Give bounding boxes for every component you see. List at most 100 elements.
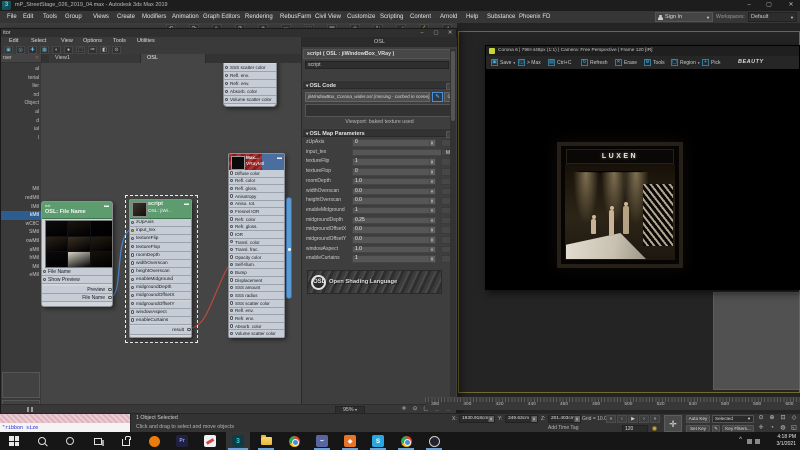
editor-menu-select[interactable]: Select [31,37,46,45]
zoom-all-icon[interactable]: ⊕ [767,414,777,423]
browser-item-27[interactable] [1,297,41,306]
3dsmax-icon[interactable]: 3 [226,432,250,450]
socket-dot[interactable] [131,221,134,224]
browser-item-ial[interactable]: ial [1,125,41,134]
browser-item-owmtl[interactable]: owMtl [1,237,41,246]
set-key-indicator-icon[interactable] [652,426,657,431]
absorb-color-socket[interactable]: Absorb. color [224,88,276,96]
browser-item-12[interactable] [1,168,41,177]
socket-dot[interactable] [131,302,134,305]
editor-menu-view[interactable]: View [61,37,73,45]
menu-rendering[interactable]: Rendering [245,11,273,23]
socket-dot[interactable] [230,286,233,289]
pan-tool-icon[interactable]: ≔ [88,46,97,54]
midgroundoffsety-socket[interactable]: midgroundOffsetY [130,301,191,309]
close-icon[interactable]: ✕ [35,55,39,61]
param-value-field[interactable]: 1 [352,207,436,215]
param-value-field[interactable]: 0.0 [352,226,436,234]
transl-frac-socket[interactable]: Transl. frac. [229,246,284,254]
socket-dot[interactable] [230,179,233,182]
collapse-icon[interactable]: ▬ [184,201,189,207]
socket-dot[interactable] [230,210,233,213]
socket-dot[interactable] [230,263,233,266]
panel-header[interactable]: script ( OSL : jiWindowBox_VRay ) [303,49,456,59]
browser-item-ller[interactable]: ller [1,82,41,91]
socket-dot[interactable] [230,294,233,297]
socket-dot[interactable] [131,286,134,289]
textureflop-socket[interactable]: textureFlop [130,243,191,251]
spinner-icon[interactable] [429,159,435,165]
menu-edit[interactable]: Edit [23,11,33,23]
editor-maximize-button[interactable]: ▢ [430,29,442,37]
sss-scatter-color-socket[interactable]: SSS scatter color [229,300,284,308]
timeline-ruler[interactable]: 360380400420440460480500520540560580600 [425,397,800,410]
spinner-icon[interactable] [429,169,435,175]
socket-dot[interactable] [230,255,233,258]
go-to-end-button[interactable]: » [650,415,660,423]
auto-key-button[interactable]: Auto Key [686,415,710,423]
socket-dot[interactable] [43,278,46,281]
socket-dot[interactable] [131,261,134,264]
opacity-color-socket[interactable]: Opacity color [229,254,284,262]
assign-material-icon[interactable]: ✚ [28,46,37,54]
browser-item-28[interactable] [1,306,41,315]
spinner-icon[interactable] [429,237,435,243]
socket-dot[interactable] [230,187,233,190]
material-name-field[interactable]: script [305,61,449,69]
tray-expand-icon[interactable]: ^ [739,437,742,443]
node-preview-thumbnail[interactable] [45,220,113,268]
osl-file-button[interactable]: jiWindowBox_Corona_wider.osl (missing - … [305,92,430,102]
socket-dot[interactable] [230,332,233,335]
collapse-icon[interactable]: ▬ [277,155,282,161]
menu-substance[interactable]: Substance [487,11,515,23]
spinner-icon[interactable] [429,179,435,185]
zupaxis-socket[interactable]: zUpAxis [130,219,191,227]
menu-rebusfarm[interactable]: RebusFarm [280,11,311,23]
socket-dot[interactable] [230,202,233,205]
editor-menu-tools[interactable]: Tools [113,37,126,45]
browser-item-31[interactable] [1,332,41,341]
node-vraymtl[interactable]: Max... VRayMtl ▬ Diffuse colorRefl. colo… [228,153,285,338]
bump-socket[interactable]: Bump [229,269,284,277]
socket-dot[interactable] [230,316,233,319]
maximize-button[interactable]: ▢ [762,1,776,10]
menu-tools[interactable]: Tools [43,11,57,23]
browser-item-object[interactable]: Object [1,99,41,108]
sss-amount-socket[interactable]: SSS amount [229,285,284,293]
socket-dot[interactable] [131,229,134,232]
maxscript-mini-listener[interactable]: "ribbon size [0,414,131,433]
menu-create[interactable]: Create [117,11,135,23]
close-button[interactable]: ✕ [784,1,798,10]
socket-dot[interactable] [131,253,134,256]
param-value-field[interactable]: 0.0 [352,236,436,244]
vfb-tools-button[interactable]: ⚙Tools [642,58,667,68]
collapse-icon[interactable]: ▬ [104,203,109,209]
tray-icon[interactable] [755,439,760,444]
refr-env-socket[interactable]: Refr. env. [224,80,276,88]
textureflip-socket[interactable]: textureFlip [130,235,191,243]
substance-icon[interactable]: ◆ [338,432,362,450]
next-frame-button[interactable]: › [639,415,649,423]
sample-type-icon[interactable]: ● [64,46,73,54]
widthoverscan-socket[interactable]: widthOverscan [130,260,191,268]
menu-graph-editors[interactable]: Graph Editors [203,11,240,23]
volume-scatter-color-socket[interactable]: Volume scatter color [229,330,284,338]
browser-item-26[interactable] [1,289,41,298]
refr-gloss-socket[interactable]: Refr. gloss. [229,223,284,231]
vfb-erase-button[interactable]: ✕Erase [613,58,639,68]
diffuse-color-socket[interactable]: Diffuse color [229,170,284,178]
socket-dot[interactable] [131,269,134,272]
field-of-view-icon[interactable]: ◇ [789,414,799,423]
search-button[interactable] [30,432,54,450]
menu-animation[interactable]: Animation [172,11,199,23]
set-keys-button[interactable]: ✛ [664,415,682,433]
socket-dot[interactable] [230,217,233,220]
socket-dot[interactable] [230,232,233,235]
fresnel-ior-socket[interactable]: Fresnel IOR [229,208,284,216]
browser-item-mtl[interactable]: Mtl [1,185,41,194]
vfb-max-button[interactable]: ◱> Max [516,58,543,68]
spinner-icon[interactable] [429,208,435,214]
taskbar-clock[interactable]: 4:18 PM 3/1/2021 [777,434,796,447]
param-value-field[interactable]: 1.0 [352,246,436,254]
tab-osl[interactable]: OSL [141,54,206,63]
